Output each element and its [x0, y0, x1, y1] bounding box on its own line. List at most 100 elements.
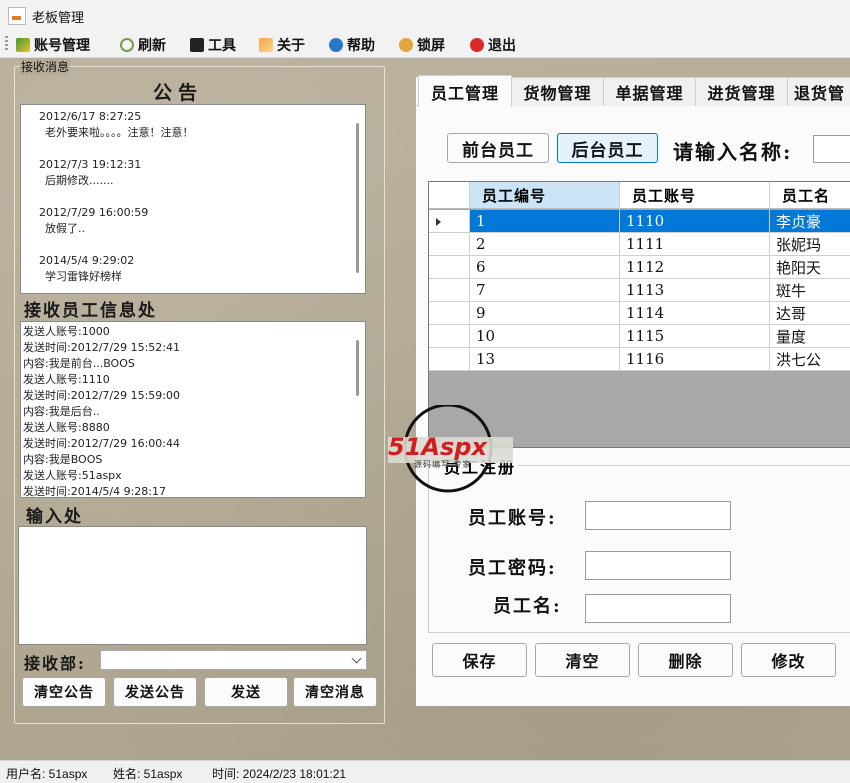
cell-id[interactable]: 7 [470, 279, 620, 302]
cell-name[interactable]: 洪七公 [770, 348, 850, 371]
tab-purchase[interactable]: 进货管理 [695, 77, 788, 106]
notice-body: 学习雷锋好榜样 [45, 270, 122, 283]
tab-documents[interactable]: 单据管理 [603, 77, 696, 106]
app-icon [8, 7, 26, 25]
front-staff-button[interactable]: 前台员工 [447, 133, 549, 163]
cell-account[interactable]: 1112 [620, 256, 770, 279]
cell-id[interactable]: 1 [470, 210, 620, 233]
back-staff-button[interactable]: 后台员工 [557, 133, 658, 163]
column-header-name[interactable]: 员工名 [770, 182, 850, 209]
message-list[interactable]: 发送人账号:1000 发送时间:2012/7/29 15:52:41 内容:我是前台… [20, 321, 366, 498]
notice-entry: 2012/6/17 8:27:25 老外要来啦。。。。注意！注意！ [39, 109, 365, 141]
name-input[interactable] [585, 594, 731, 623]
cell-id[interactable]: 13 [470, 348, 620, 371]
cell-name[interactable]: 艳阳天 [770, 256, 850, 279]
table-row[interactable]: 7 1113 斑牛 [429, 279, 850, 302]
send-notice-button[interactable]: 发送公告 [113, 677, 197, 707]
modify-button[interactable]: 修改 [741, 643, 836, 677]
tools-icon [190, 37, 204, 52]
status-time: 时间: 2024/2/23 18:01:21 [212, 767, 347, 781]
menu-label: 帮助 [347, 37, 375, 54]
message-line: 发送人账号:1110 [23, 373, 110, 386]
table-row[interactable]: 1 1110 李贞豪 [429, 210, 850, 233]
cell-id[interactable]: 2 [470, 233, 620, 256]
row-header[interactable] [429, 256, 470, 279]
notice-body: 老外要来啦。。。。注意！注意！ [45, 126, 194, 139]
cell-account[interactable]: 1116 [620, 348, 770, 371]
cell-name[interactable]: 斑牛 [770, 279, 850, 302]
menu-label: 账号管理 [34, 37, 90, 54]
cell-name[interactable]: 达哥 [770, 302, 850, 325]
notice-entry: 2014/5/4 9:29:02 学习雷锋好榜样 [39, 253, 365, 285]
menu-label: 锁屏 [417, 37, 445, 54]
clear-notice-button[interactable]: 清空公告 [22, 677, 106, 707]
notice-time: 2014/5/4 9:29:02 [39, 254, 135, 267]
cell-id[interactable]: 6 [470, 256, 620, 279]
messages-title: 接收员工信息处 [24, 301, 157, 321]
menu-item-exit[interactable]: 退出 [470, 35, 516, 54]
table-row[interactable]: 10 1115 量度 [429, 325, 850, 348]
account-input[interactable] [585, 501, 731, 530]
toolbar-grip[interactable] [5, 36, 8, 52]
table-row[interactable]: 6 1112 艳阳天 [429, 256, 850, 279]
message-line: 发送时间:2014/5/4 9:28:17 [23, 485, 167, 498]
menu-item-about[interactable]: 关于 [259, 35, 305, 54]
table-row[interactable]: 9 1114 达哥 [429, 302, 850, 325]
delete-button[interactable]: 删除 [638, 643, 733, 677]
password-input[interactable] [585, 551, 731, 580]
cell-name[interactable]: 张妮玛 [770, 233, 850, 256]
cell-account[interactable]: 1115 [620, 325, 770, 348]
status-name: 姓名: 51aspx [113, 767, 183, 781]
cell-account[interactable]: 1111 [620, 233, 770, 256]
notice-scrollbar[interactable] [356, 123, 359, 273]
lock-screen-icon [399, 37, 413, 52]
menu-label: 刷新 [138, 37, 166, 54]
tab-staff[interactable]: 员工管理 [418, 75, 512, 107]
column-header-account[interactable]: 员工账号 [620, 182, 770, 209]
cell-name[interactable]: 量度 [770, 325, 850, 348]
refresh-icon [120, 37, 134, 52]
message-input[interactable] [18, 526, 367, 645]
column-header-id[interactable]: 员工编号 [470, 182, 620, 209]
message-line: 内容:我是BOOS [23, 453, 103, 466]
table-row[interactable]: 2 1111 张妮玛 [429, 233, 850, 256]
cell-account[interactable]: 1113 [620, 279, 770, 302]
table-row[interactable]: 13 1116 洪七公 [429, 348, 850, 371]
input-title: 输入处 [26, 507, 83, 527]
save-button[interactable]: 保存 [432, 643, 527, 677]
clear-message-button[interactable]: 清空消息 [293, 677, 377, 707]
receiver-select[interactable] [100, 650, 367, 670]
group-label: 接收消息 [20, 58, 71, 75]
window-title: 老板管理 [32, 10, 85, 25]
notice-list[interactable]: 2012/6/17 8:27:25 老外要来啦。。。。注意！注意！ 2012/7… [20, 104, 366, 294]
row-header[interactable] [429, 302, 470, 325]
tab-goods[interactable]: 货物管理 [511, 77, 604, 106]
notice-entry: 2012/7/29 16:00:59 放假了.. [39, 205, 365, 237]
row-header[interactable] [429, 325, 470, 348]
menu-item-refresh[interactable]: 刷新 [120, 35, 166, 54]
cell-id[interactable]: 10 [470, 325, 620, 348]
menu-item-tools[interactable]: 工具 [190, 35, 236, 54]
cell-name[interactable]: 李贞豪 [770, 210, 850, 233]
menu-bar: 账号管理 刷新 工具 关于 帮助 锁屏 退出 [0, 32, 850, 58]
search-input[interactable] [813, 135, 850, 163]
notice-body: 后期修改....... [45, 174, 114, 187]
message-line: 发送时间:2012/7/29 15:59:00 [23, 389, 181, 402]
tab-returns[interactable]: 退货管 [787, 77, 850, 106]
cell-id[interactable]: 9 [470, 302, 620, 325]
row-header[interactable] [429, 210, 470, 233]
cell-account[interactable]: 1110 [620, 210, 770, 233]
row-header[interactable] [429, 233, 470, 256]
menu-item-lock[interactable]: 锁屏 [399, 35, 445, 54]
row-header[interactable] [429, 348, 470, 371]
row-header[interactable] [429, 279, 470, 302]
clear-button[interactable]: 清空 [535, 643, 630, 677]
message-line: 发送人账号:51aspx [23, 469, 122, 482]
message-scrollbar[interactable] [356, 340, 359, 396]
menu-item-account[interactable]: 账号管理 [16, 35, 90, 54]
menu-item-help[interactable]: 帮助 [329, 35, 375, 54]
notice-time: 2012/7/29 16:00:59 [39, 206, 149, 219]
send-button[interactable]: 发送 [204, 677, 288, 707]
message-lines: 发送人账号:1000 发送时间:2012/7/29 15:52:41 内容:我是前台… [21, 322, 365, 498]
cell-account[interactable]: 1114 [620, 302, 770, 325]
